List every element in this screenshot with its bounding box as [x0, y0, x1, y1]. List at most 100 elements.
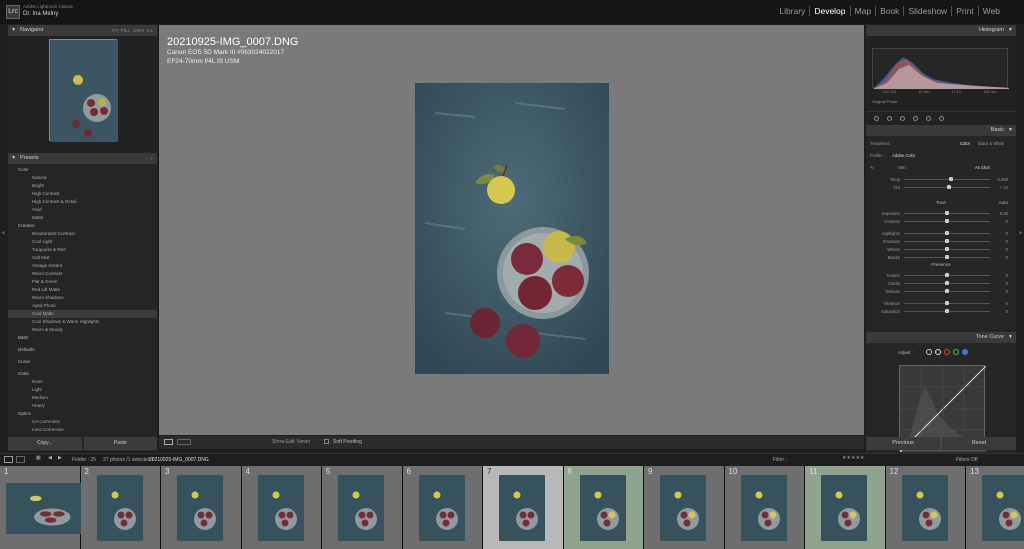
graduated-filter-icon[interactable]: [913, 116, 918, 121]
slider-knob[interactable]: [945, 239, 949, 243]
slider-value[interactable]: + 10: [994, 184, 1008, 191]
slider-track[interactable]: [904, 211, 990, 215]
slider-value[interactable]: 0.00: [994, 210, 1008, 217]
slider-knob[interactable]: [945, 309, 949, 313]
slider-value[interactable]: 5,650: [994, 176, 1008, 183]
display-2-icon[interactable]: [16, 456, 25, 463]
auto-button[interactable]: Auto: [999, 200, 1008, 205]
zoom-1-1[interactable]: 1:1: [147, 28, 153, 33]
slider-value[interactable]: 0: [994, 288, 1008, 295]
slider-value[interactable]: 0: [994, 254, 1008, 261]
module-library[interactable]: Library: [775, 6, 809, 16]
green-curve-icon[interactable]: [953, 349, 959, 355]
basic-header[interactable]: Basic ▼: [866, 125, 1016, 136]
grid-icon[interactable]: ▦: [36, 455, 41, 461]
slider-track[interactable]: [904, 301, 990, 305]
navigator-preview[interactable]: [8, 36, 157, 153]
point-curve-icon[interactable]: [935, 349, 941, 355]
histogram[interactable]: ISO 125 61 mm f / 4.0 1/20 sec Original …: [866, 36, 1016, 111]
preset-item[interactable]: Cool Matte: [8, 310, 157, 318]
red-eye-icon[interactable]: [900, 116, 905, 121]
slider-value[interactable]: 0: [994, 246, 1008, 253]
slider-knob[interactable]: [946, 185, 951, 189]
preset-item[interactable]: Bright: [8, 182, 157, 190]
copy-button[interactable]: Copy...: [8, 437, 82, 450]
slider-knob[interactable]: [945, 247, 949, 251]
brush-tool-icon[interactable]: [939, 116, 944, 121]
preset-group[interactable]: Curve: [8, 358, 157, 366]
preset-group[interactable]: B&W: [8, 334, 157, 342]
spot-removal-icon[interactable]: [887, 116, 892, 121]
profile-dropdown[interactable]: Adobe Color: [892, 152, 915, 159]
preset-item[interactable]: Heavy: [8, 402, 157, 410]
filmstrip-cell[interactable]: 10: [724, 466, 805, 549]
left-panel-toggle-icon[interactable]: ◀: [1, 230, 5, 236]
slider-knob[interactable]: [945, 231, 949, 235]
slider-value[interactable]: 0: [994, 238, 1008, 245]
slider-value[interactable]: 0: [994, 272, 1008, 279]
navigator-header[interactable]: ▼ Navigator FIT FILL 100% 1:1: [8, 25, 157, 36]
module-map[interactable]: Map: [849, 6, 876, 16]
preset-item[interactable]: Light: [8, 386, 157, 394]
slider-track[interactable]: [904, 281, 990, 285]
slider-track[interactable]: [904, 219, 990, 223]
main-photo[interactable]: [415, 83, 609, 374]
never-dropdown[interactable]: Never: [297, 439, 310, 445]
slider-knob[interactable]: [945, 281, 949, 285]
slider-knob[interactable]: [949, 177, 954, 181]
preset-group[interactable]: Optics: [8, 410, 157, 418]
slider-track[interactable]: [904, 239, 990, 243]
rating-filter-icon[interactable]: ★★★★★: [842, 455, 864, 461]
preset-group[interactable]: Creative: [8, 222, 157, 230]
reset-button[interactable]: Reset: [942, 437, 1016, 450]
slider-value[interactable]: 0: [994, 300, 1008, 307]
original-photo-checkbox[interactable]: Original Photo: [872, 99, 897, 104]
slider-value[interactable]: 0: [994, 308, 1008, 315]
slider-track[interactable]: [904, 289, 990, 293]
zoom-fit[interactable]: FIT: [112, 28, 119, 33]
preset-item[interactable]: Cool Light: [8, 238, 157, 246]
slider-track[interactable]: [904, 309, 990, 313]
add-preset-icon[interactable]: +: [150, 153, 153, 164]
preset-item[interactable]: Aged Photo: [8, 302, 157, 310]
slider-track[interactable]: [904, 177, 990, 181]
preset-item[interactable]: Vintage Instant: [8, 262, 157, 270]
preset-item[interactable]: CA Correction: [8, 418, 157, 426]
slider-knob[interactable]: [945, 273, 949, 277]
treatment-bw[interactable]: Black & White: [978, 140, 1004, 147]
filters-dropdown[interactable]: Filters Off: [956, 457, 978, 463]
slider-track[interactable]: [904, 247, 990, 251]
preset-item[interactable]: Vivid: [8, 206, 157, 214]
filmstrip-cell[interactable]: 8: [563, 466, 644, 549]
slider-track[interactable]: [904, 255, 990, 259]
preset-group[interactable]: Grain: [8, 370, 157, 378]
filmstrip-cell[interactable]: 2: [80, 466, 161, 549]
slider-knob[interactable]: [945, 211, 949, 215]
slider-value[interactable]: 0: [994, 218, 1008, 225]
preset-group[interactable]: Color: [8, 166, 157, 174]
preset-item[interactable]: High Contrast: [8, 190, 157, 198]
filmstrip-cell[interactable]: 1: [0, 466, 82, 549]
slider-knob[interactable]: [945, 219, 949, 223]
slider-knob[interactable]: [945, 289, 949, 293]
slider-knob[interactable]: [945, 301, 949, 305]
presets-header[interactable]: ▼ Presets +: [8, 153, 157, 164]
filmstrip-cell[interactable]: 4: [241, 466, 322, 549]
filmstrip-cell[interactable]: 6: [402, 466, 483, 549]
slider-value[interactable]: 0: [994, 230, 1008, 237]
loupe-view-icon[interactable]: [164, 439, 173, 445]
before-after-icon[interactable]: [177, 439, 191, 445]
slider-track[interactable]: [904, 185, 990, 189]
preset-item[interactable]: None: [8, 378, 157, 386]
module-slideshow[interactable]: Slideshow: [903, 6, 951, 16]
filmstrip-cell[interactable]: 3: [161, 466, 242, 549]
slider-value[interactable]: 0: [994, 280, 1008, 287]
radial-filter-icon[interactable]: [926, 116, 931, 121]
histogram-header[interactable]: Histogram ▼: [866, 25, 1016, 36]
preset-item[interactable]: Matte: [8, 214, 157, 222]
preset-item[interactable]: Warm Contrast: [8, 270, 157, 278]
tone-curve-header[interactable]: Tone Curve ▼: [866, 332, 1016, 343]
filmstrip-cell[interactable]: 13: [966, 466, 1024, 549]
slider-track[interactable]: [904, 273, 990, 277]
preset-item[interactable]: Turquoise & Red: [8, 246, 157, 254]
